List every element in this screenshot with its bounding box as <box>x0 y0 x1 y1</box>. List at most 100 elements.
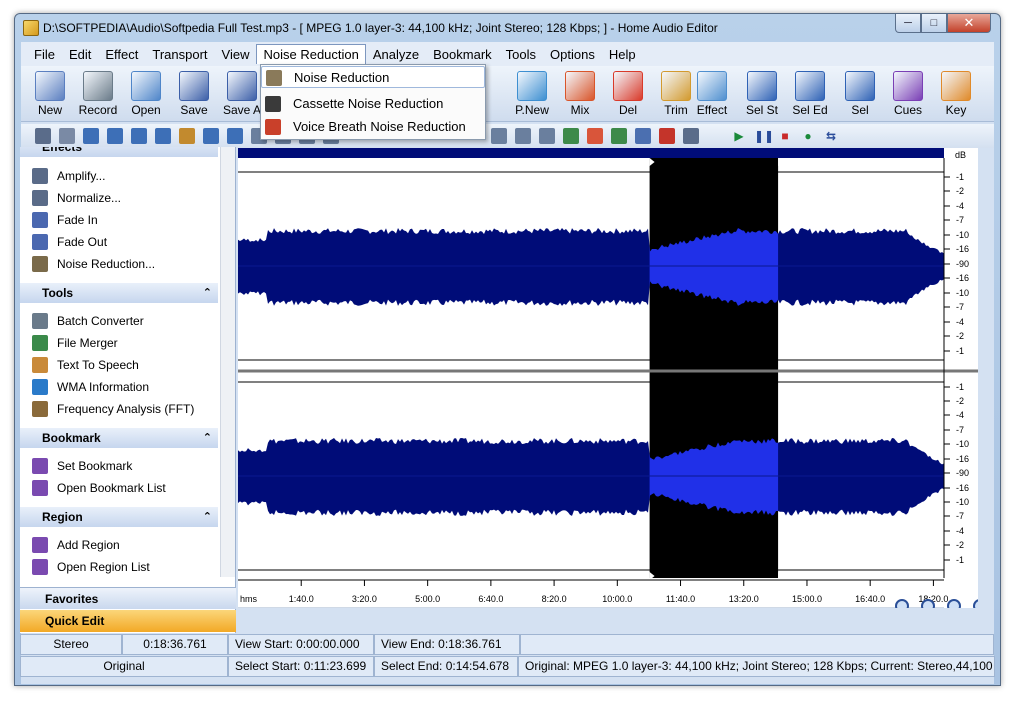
zoom-in-icon[interactable] <box>895 599 909 613</box>
sidebar-item-text-to-speech[interactable]: Text To Speech <box>32 355 139 375</box>
title-bar[interactable]: D:\SOFTPEDIA\Audio\Softpedia Full Test.m… <box>15 14 1000 42</box>
toolbar-button-mix[interactable]: Mix <box>556 69 604 119</box>
toolbar-button-sel[interactable]: Sel <box>836 69 884 119</box>
select-start-icon <box>747 71 777 101</box>
db-label: -1 <box>956 382 964 392</box>
toolbar-button-p-new[interactable]: P.New <box>508 69 556 119</box>
time-label: 1:40.0 <box>289 594 314 604</box>
minimize-button[interactable]: ─ <box>895 14 921 33</box>
sidebar-section-bookmark[interactable]: Bookmark ⌃ <box>20 428 218 448</box>
sidebar-item-noise-reduction[interactable]: Noise Reduction... <box>32 254 155 274</box>
tool-icon-9[interactable] <box>227 128 243 144</box>
loop-icon[interactable]: ⇆ <box>823 128 839 144</box>
trim-icon <box>661 71 691 101</box>
selection-handle-top-2[interactable] <box>778 158 784 166</box>
overview-bar[interactable] <box>238 148 944 158</box>
menu-edit[interactable]: Edit <box>62 44 98 65</box>
tool-icon-b8[interactable] <box>659 128 675 144</box>
toolbar-button-sel-st[interactable]: Sel St <box>738 69 786 119</box>
pause-icon[interactable]: ❚❚ <box>754 128 774 144</box>
tool-icon-2[interactable] <box>59 128 75 144</box>
sidebar-item-set-bookmark[interactable]: Set Bookmark <box>32 456 132 476</box>
stop-icon[interactable]: ■ <box>777 128 793 144</box>
menu-analyze[interactable]: Analyze <box>366 44 426 65</box>
db-label: -7 <box>956 511 964 521</box>
collapse-chevron-icon[interactable]: ⌃ <box>203 428 212 448</box>
sidebar-item-amplify[interactable]: Amplify... <box>32 166 105 186</box>
tool-icon-b9[interactable] <box>683 128 699 144</box>
sidebar-item-normalize[interactable]: Normalize... <box>32 188 121 208</box>
toolbar-button-effect[interactable]: Effect <box>688 69 736 119</box>
h-scrollbar-track[interactable] <box>238 607 944 608</box>
sidebar-item-open-region-list[interactable]: Open Region List <box>32 557 150 577</box>
waveform-area[interactable]: dB -1 -2 -4 -7 -10 -16 -90 -16 -10 -7 -4 -2 -1 -1 -2 -4 -… <box>238 148 987 613</box>
selection-handle-bottom-2[interactable] <box>778 572 784 580</box>
waveform-canvas[interactable]: dB -1 -2 -4 -7 -10 -16 -90 -16 -10 -7 -4 -2 -1 -1 -2 -4 -… <box>238 148 987 613</box>
tool-icon-6[interactable] <box>155 128 171 144</box>
tool-icon-b3[interactable] <box>539 128 555 144</box>
sidebar-item-add-region[interactable]: Add Region <box>32 535 120 555</box>
selection-region[interactable] <box>649 158 779 578</box>
tool-icon-4[interactable] <box>107 128 123 144</box>
play-selection-icon[interactable]: ● <box>800 128 816 144</box>
zoom-out-icon[interactable] <box>921 599 935 613</box>
toolbar-button-open[interactable]: Open <box>122 69 170 119</box>
sidebar-item-wma-information[interactable]: WMA Information <box>32 377 149 397</box>
toolbar-button-save-a[interactable]: Save A <box>218 69 266 119</box>
status-cell-b2: Select Start: 0:11:23.699 <box>228 656 374 677</box>
toolbar-button-key[interactable]: Key <box>932 69 980 119</box>
toolbar-button-new[interactable]: New <box>26 69 74 119</box>
sidebar-item-fade-out[interactable]: Fade Out <box>32 232 107 252</box>
sidebar-section-tools[interactable]: Tools ⌃ <box>20 283 218 303</box>
zoom-full-icon[interactable] <box>973 599 987 613</box>
sidebar-item-batch-converter[interactable]: Batch Converter <box>32 311 144 331</box>
tool-icon-b1[interactable] <box>491 128 507 144</box>
tool-icon-b5[interactable] <box>587 128 603 144</box>
collapse-chevron-icon[interactable]: ⌃ <box>203 283 212 303</box>
toolbar-button-del[interactable]: Del <box>604 69 652 119</box>
noise-reduction-menu: Noise Reduction Cassette Noise Reduction V… <box>260 64 486 140</box>
menu-item-noise-reduction[interactable]: Noise Reduction <box>261 66 485 88</box>
menu-options[interactable]: Options <box>543 44 602 65</box>
menu-view[interactable]: View <box>215 44 257 65</box>
menu-help[interactable]: Help <box>602 44 643 65</box>
sidebar-item-open-bookmark-list[interactable]: Open Bookmark List <box>32 478 166 498</box>
collapse-chevron-icon[interactable]: ⌃ <box>203 507 212 527</box>
play-icon[interactable]: ▶ <box>731 128 747 144</box>
tool-icon-7[interactable] <box>179 128 195 144</box>
sidebar-scrollbar[interactable] <box>220 147 235 577</box>
tool-icon-5[interactable] <box>131 128 147 144</box>
time-label: 13:20.0 <box>729 594 759 604</box>
db-label: -4 <box>956 526 964 536</box>
toolbar-button-record[interactable]: Record <box>74 69 122 119</box>
menu-noise-reduction[interactable]: Noise Reduction <box>256 44 366 64</box>
tool-icon-b7[interactable] <box>635 128 651 144</box>
menu-bookmark[interactable]: Bookmark <box>426 44 499 65</box>
menu-item-cassette-noise-reduction[interactable]: Cassette Noise Reduction <box>261 93 485 115</box>
set-bookmark-icon <box>32 458 48 474</box>
toolbar-button-save[interactable]: Save <box>170 69 218 119</box>
tool-icon-3[interactable] <box>83 128 99 144</box>
close-button[interactable]: ✕ <box>947 14 991 33</box>
tool-icon-1[interactable] <box>35 128 51 144</box>
sidebar-item-fade-in[interactable]: Fade In <box>32 210 98 230</box>
menu-effect[interactable]: Effect <box>98 44 145 65</box>
menu-tools[interactable]: Tools <box>499 44 543 65</box>
toolbar-button-cues[interactable]: Cues <box>884 69 932 119</box>
zoom-selection-icon[interactable] <box>947 599 961 613</box>
menu-file[interactable]: File <box>27 44 62 65</box>
menu-item-voice-breath-noise-reduction[interactable]: Voice Breath Noise Reduction <box>261 116 485 138</box>
quick-edit-panel-button[interactable]: Quick Edit <box>20 610 236 632</box>
maximize-button[interactable]: □ <box>921 14 947 33</box>
tool-icon-b4[interactable] <box>563 128 579 144</box>
sidebar-item-file-merger[interactable]: File Merger <box>32 333 118 353</box>
toolbar-button-sel-ed[interactable]: Sel Ed <box>786 69 834 119</box>
sidebar-section-effects[interactable]: Effects <box>20 147 218 157</box>
sidebar-item-frequency-analysis-fft[interactable]: Frequency Analysis (FFT) <box>32 399 194 419</box>
menu-transport[interactable]: Transport <box>145 44 214 65</box>
sidebar-section-region[interactable]: Region ⌃ <box>20 507 218 527</box>
tool-icon-b2[interactable] <box>515 128 531 144</box>
tool-icon-b6[interactable] <box>611 128 627 144</box>
tool-icon-8[interactable] <box>203 128 219 144</box>
favorites-panel-button[interactable]: Favorites <box>20 587 236 609</box>
